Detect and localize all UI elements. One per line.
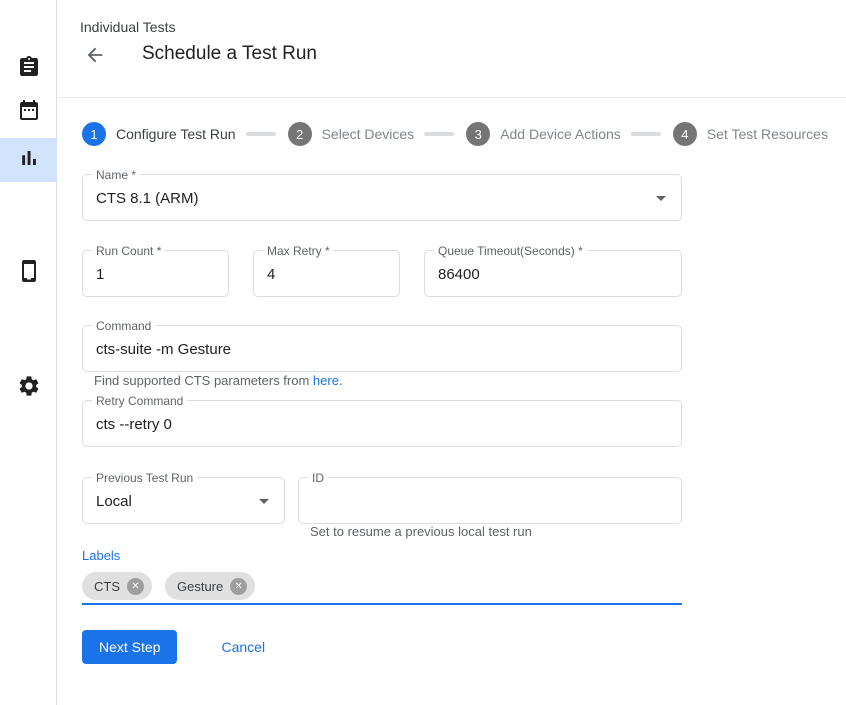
bar-chart-icon xyxy=(17,146,41,175)
app-window: Individual Tests Schedule a Test Run 1 C… xyxy=(0,0,846,705)
sidebar-item-tests[interactable] xyxy=(0,47,57,91)
queue-timeout-value: 86400 xyxy=(438,266,480,283)
chevron-down-icon[interactable] xyxy=(252,489,276,513)
step-connector xyxy=(424,132,454,136)
step-number-badge: 1 xyxy=(82,122,106,146)
breadcrumb: Individual Tests xyxy=(80,19,175,35)
field-label: Max Retry * xyxy=(263,244,334,258)
run-count-field[interactable]: Run Count * 1 xyxy=(82,250,229,297)
chip-remove-icon[interactable]: ✕ xyxy=(127,578,144,595)
assignment-icon xyxy=(17,55,41,84)
cts-parameters-link[interactable]: here xyxy=(313,373,339,388)
sidebar-item-devices[interactable] xyxy=(0,251,57,295)
step-label: Set Test Resources xyxy=(707,126,828,142)
form-actions: Next Step Cancel xyxy=(82,630,273,664)
calendar-icon xyxy=(17,98,41,127)
retry-command-field[interactable]: Retry Command cts --retry 0 xyxy=(82,400,682,447)
id-field[interactable]: ID xyxy=(298,477,682,524)
sidebar-item-test-runs[interactable] xyxy=(0,138,57,182)
command-field[interactable]: Command cts-suite -m Gesture xyxy=(82,325,682,372)
gear-icon xyxy=(17,374,41,403)
command-value: cts-suite -m Gesture xyxy=(96,341,231,358)
step-number-badge: 3 xyxy=(466,122,490,146)
chip-remove-icon[interactable]: ✕ xyxy=(230,578,247,595)
field-label: Queue Timeout(Seconds) * xyxy=(434,244,587,258)
field-label: Command xyxy=(92,319,155,333)
previous-test-run-select[interactable]: Previous Test Run Local xyxy=(82,477,285,524)
name-select[interactable]: Name * CTS 8.1 (ARM) xyxy=(82,174,682,221)
next-step-button[interactable]: Next Step xyxy=(82,630,177,664)
stepper: 1 Configure Test Run 2 Select Devices 3 … xyxy=(82,122,828,146)
step-number-badge: 2 xyxy=(288,122,312,146)
step-number-badge: 4 xyxy=(673,122,697,146)
sidebar xyxy=(0,0,57,705)
step-label: Add Device Actions xyxy=(500,126,621,142)
name-select-value: CTS 8.1 (ARM) xyxy=(96,190,199,207)
max-retry-value: 4 xyxy=(267,266,275,283)
command-helper-text: Find supported CTS parameters from here. xyxy=(94,373,343,388)
step-set-test-resources[interactable]: 4 Set Test Resources xyxy=(673,122,828,146)
max-retry-field[interactable]: Max Retry * 4 xyxy=(253,250,400,297)
sidebar-item-settings[interactable] xyxy=(0,366,57,410)
step-select-devices[interactable]: 2 Select Devices xyxy=(288,122,415,146)
step-connector xyxy=(246,132,276,136)
field-label: Previous Test Run xyxy=(92,471,197,485)
helper-prefix: Find supported CTS parameters from xyxy=(94,373,313,388)
cancel-button[interactable]: Cancel xyxy=(213,639,273,655)
run-count-value: 1 xyxy=(96,266,104,283)
labels-input-underline[interactable] xyxy=(82,603,682,605)
labels-caption: Labels xyxy=(82,548,120,563)
field-label: ID xyxy=(308,471,328,485)
step-connector xyxy=(631,132,661,136)
helper-suffix: . xyxy=(339,373,343,388)
step-label: Configure Test Run xyxy=(116,126,236,142)
retry-command-value: cts --retry 0 xyxy=(96,416,172,433)
chip-text: Gesture xyxy=(177,579,223,594)
queue-timeout-field[interactable]: Queue Timeout(Seconds) * 86400 xyxy=(424,250,682,297)
arrow-back-icon xyxy=(84,54,106,69)
back-button[interactable] xyxy=(84,44,106,66)
id-helper-text: Set to resume a previous local test run xyxy=(310,524,532,539)
labels-chip-list[interactable]: CTS ✕ Gesture ✕ xyxy=(82,572,255,600)
page-title: Schedule a Test Run xyxy=(142,43,317,65)
previous-test-run-value: Local xyxy=(96,493,132,510)
field-label: Name * xyxy=(92,168,140,182)
chevron-down-icon[interactable] xyxy=(649,186,673,210)
main-content: Individual Tests Schedule a Test Run 1 C… xyxy=(58,0,846,705)
chip-text: CTS xyxy=(94,579,120,594)
header-divider xyxy=(58,97,846,98)
field-label: Run Count * xyxy=(92,244,165,258)
step-configure-test-run[interactable]: 1 Configure Test Run xyxy=(82,122,236,146)
label-chip[interactable]: Gesture ✕ xyxy=(165,572,255,600)
step-add-device-actions[interactable]: 3 Add Device Actions xyxy=(466,122,621,146)
smartphone-icon xyxy=(17,259,41,288)
step-label: Select Devices xyxy=(322,126,415,142)
label-chip[interactable]: CTS ✕ xyxy=(82,572,152,600)
field-label: Retry Command xyxy=(92,394,187,408)
sidebar-item-test-plans[interactable] xyxy=(0,90,57,134)
